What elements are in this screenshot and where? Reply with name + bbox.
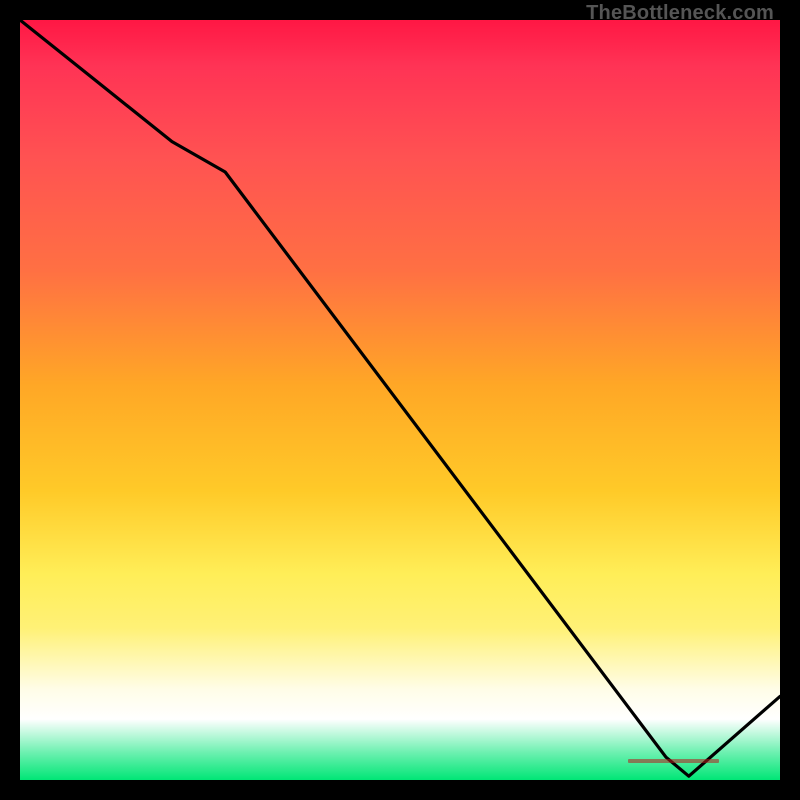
bottleneck-curve bbox=[20, 20, 780, 776]
watermark-text: TheBottleneck.com bbox=[586, 2, 774, 25]
marker-band bbox=[628, 759, 719, 763]
line-chart bbox=[20, 20, 780, 780]
